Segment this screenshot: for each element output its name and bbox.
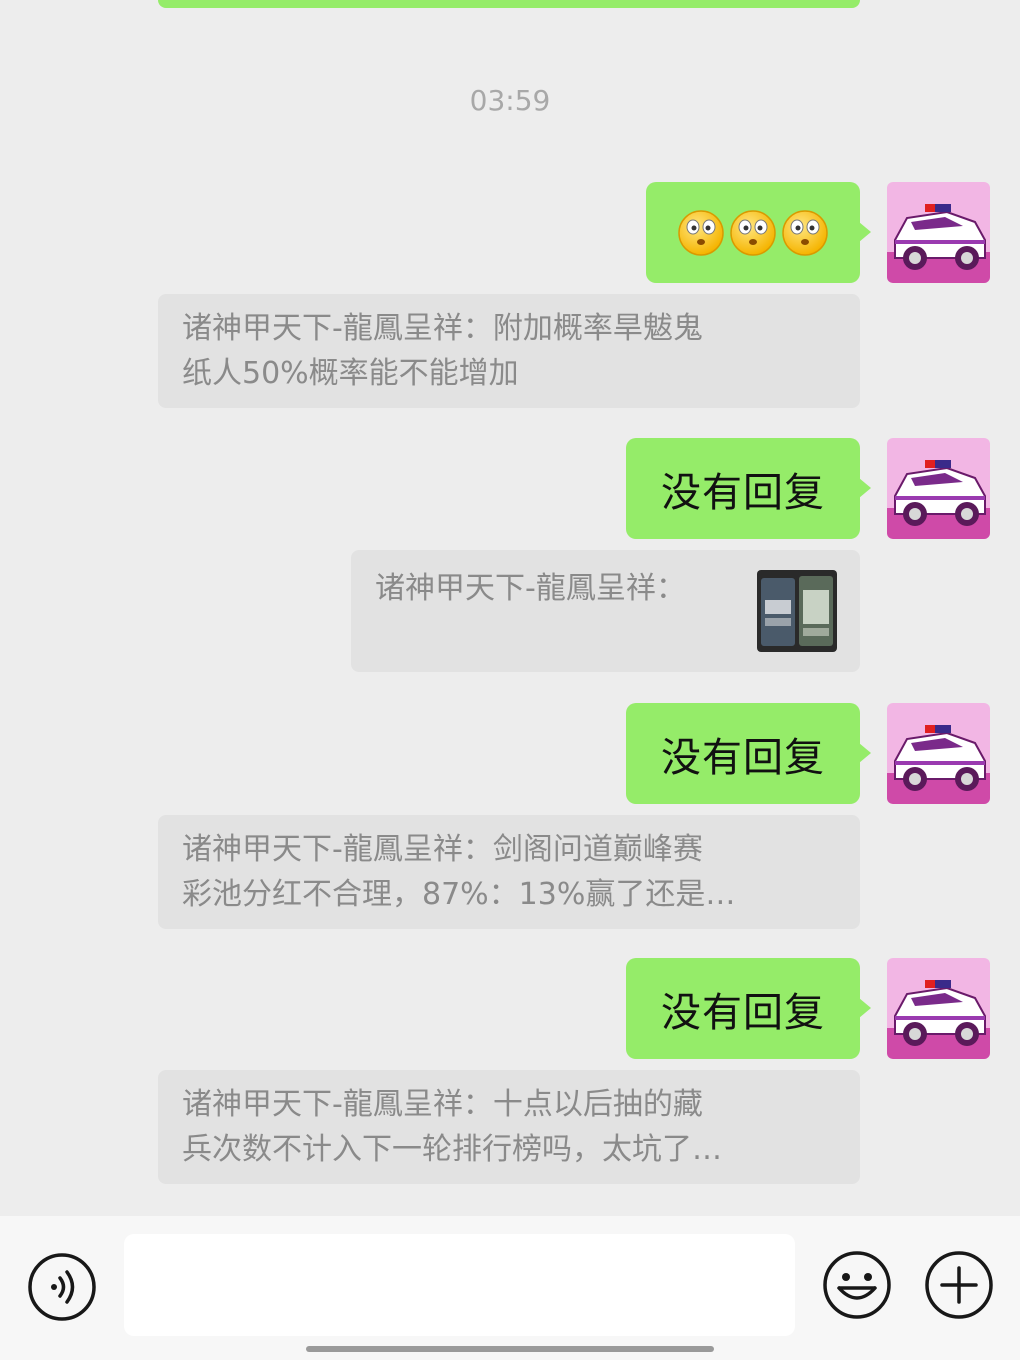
quoted-message[interactable]: 诸神甲天下-龍鳳呈祥：十点以后抽的藏 兵次数不计入下一轮排行榜吗，太坑了… <box>158 1070 860 1184</box>
quote-line-1: 诸神甲天下-龍鳳呈祥：附加概率旱魃鬼 <box>182 311 703 346</box>
outgoing-message-bubble[interactable]: 没有回复 <box>626 958 871 1059</box>
emoji-row <box>677 209 829 257</box>
quote-line-2: 纸人50%概率能不能增加 <box>182 356 519 391</box>
message-text: 没有回复 <box>661 989 825 1036</box>
outgoing-emoji-bubble[interactable] <box>646 182 871 283</box>
confused-face-emoji <box>678 209 724 256</box>
chat-input-bar <box>0 1216 1020 1360</box>
quote-line-1: 诸神甲天下-龍鳳呈祥：十点以后抽的藏 <box>182 1087 703 1122</box>
police-car-avatar <box>887 182 990 283</box>
message-timestamp: 03:59 <box>469 84 551 117</box>
confused-face-emoji <box>782 209 828 256</box>
avatar[interactable] <box>887 958 990 1059</box>
voice-icon[interactable] <box>27 1252 97 1322</box>
quote-line-1: 诸神甲天下-龍鳳呈祥：剑阁问道巅峰赛 <box>182 832 703 867</box>
image-thumbnail[interactable] <box>757 570 837 652</box>
message-text: 没有回复 <box>661 469 825 516</box>
avatar[interactable] <box>887 182 990 283</box>
outgoing-message-bubble[interactable]: 没有回复 <box>626 703 871 804</box>
emoji-icon[interactable] <box>822 1250 892 1320</box>
avatar[interactable] <box>887 438 990 539</box>
previous-message-bubble[interactable] <box>158 0 860 8</box>
quoted-message[interactable]: 诸神甲天下-龍鳳呈祥：剑阁问道巅峰赛 彩池分红不合理，87%：13%赢了还是… <box>158 815 860 929</box>
quoted-image-message[interactable]: 诸神甲天下-龍鳳呈祥： <box>351 550 860 672</box>
police-car-avatar <box>887 438 990 539</box>
confused-face-emoji <box>730 209 776 256</box>
police-car-avatar <box>887 703 990 804</box>
police-car-avatar <box>887 958 990 1059</box>
quote-line-2: 兵次数不计入下一轮排行榜吗，太坑了… <box>182 1132 722 1167</box>
message-input[interactable] <box>124 1234 795 1336</box>
chat-screen: 03:59 诸神甲天下-龍鳳呈祥：附加概率旱魃鬼 纸人50%概率能不能增加 没有… <box>0 0 1020 1360</box>
quoted-message[interactable]: 诸神甲天下-龍鳳呈祥：附加概率旱魃鬼 纸人50%概率能不能增加 <box>158 294 860 408</box>
quote-label: 诸神甲天下-龍鳳呈祥： <box>375 571 686 606</box>
quote-line-2: 彩池分红不合理，87%：13%赢了还是… <box>182 877 736 912</box>
home-indicator <box>306 1346 714 1352</box>
outgoing-message-bubble[interactable]: 没有回复 <box>626 438 871 539</box>
message-text: 没有回复 <box>661 734 825 781</box>
avatar[interactable] <box>887 703 990 804</box>
plus-icon[interactable] <box>924 1250 994 1320</box>
